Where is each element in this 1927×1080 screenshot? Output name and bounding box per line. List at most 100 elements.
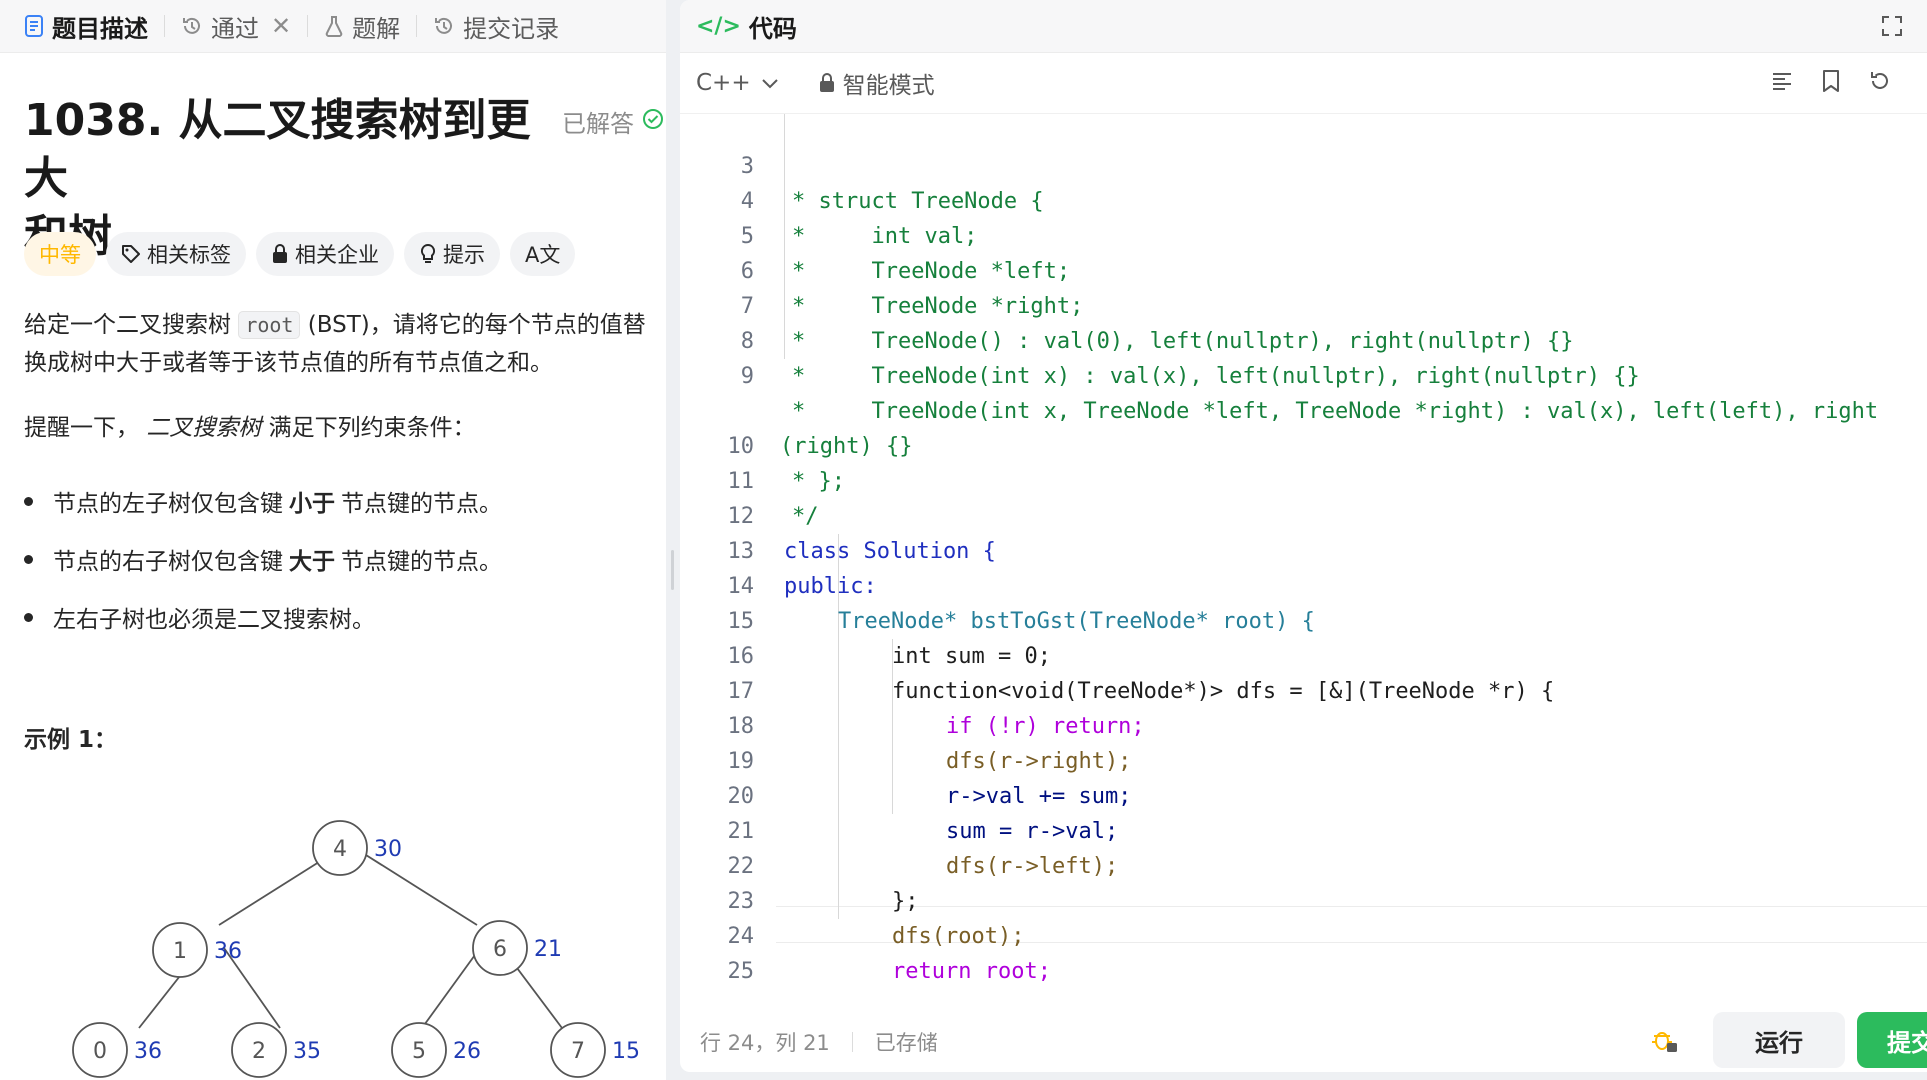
code-text: * TreeNode *left;	[792, 259, 1071, 284]
code-text: dfs(r->left);	[946, 854, 1119, 879]
tab-description[interactable]: 题目描述	[14, 0, 158, 52]
language-select[interactable]: C++	[696, 70, 779, 96]
code-line: 10 * };	[680, 394, 845, 494]
tab-label: 提交记录	[463, 14, 560, 43]
code-line: 25 }	[680, 919, 759, 984]
node-sum: 21	[534, 937, 562, 962]
code-line: 26 };	[680, 954, 759, 989]
translate-icon: A文	[525, 243, 561, 267]
code-line: 6 * TreeNode *right;	[680, 219, 1084, 319]
indent-guide	[784, 114, 785, 359]
submit-button[interactable]: 提交	[1857, 1012, 1927, 1068]
tree-node: 6 21	[472, 920, 562, 976]
code-text: * };	[792, 469, 845, 494]
desc-text: 给定一个二叉搜索树	[24, 312, 239, 338]
code-line: 11 */	[680, 429, 819, 529]
reset-icon[interactable]	[1868, 69, 1892, 93]
bullet	[24, 612, 33, 622]
lock-icon	[271, 244, 289, 264]
code-icon: </>	[696, 13, 741, 39]
node-sum: 35	[293, 1039, 321, 1064]
bst-reminder: 提醒一下， 二叉搜索树 满足下列约束条件：	[24, 410, 476, 446]
debug-icon[interactable]	[1650, 1026, 1678, 1059]
problem-description: 给定一个二叉搜索树 root (BST)，请将它的每个节点的值替换成树中大于或者…	[24, 306, 660, 382]
language-label: C++	[696, 70, 751, 96]
code-text: * int val;	[792, 224, 978, 249]
node-sum: 36	[214, 939, 242, 964]
rule-text: 节点的右子树仅包含键	[53, 549, 283, 575]
translate-button[interactable]: A文	[510, 232, 576, 276]
code-text: class Solution {	[784, 539, 996, 564]
drag-handle[interactable]	[671, 550, 674, 590]
hint-button[interactable]: 提示	[404, 232, 500, 276]
panel-splitter[interactable]	[666, 0, 680, 1080]
code-text: (right) {}	[780, 434, 913, 459]
run-button[interactable]: 运行	[1713, 1012, 1845, 1068]
code-line: 7 * TreeNode() : val(0), left(nullptr), …	[680, 254, 1574, 354]
tree-edge	[421, 947, 481, 1029]
code-text: }	[838, 989, 851, 994]
solved-status: 已解答	[562, 104, 664, 139]
code-line: 8 * TreeNode(int x) : val(x), left(nullp…	[680, 289, 1640, 389]
code-text: };	[892, 889, 919, 914]
code-text: * struct TreeNode {	[792, 189, 1044, 214]
related-tags-button[interactable]: 相关标签	[106, 232, 246, 276]
code-text: return root;	[892, 959, 1051, 984]
tree-node: 0 36	[72, 1022, 162, 1078]
editor-toolbar: C++ 智能模式	[680, 53, 1927, 114]
line-number: 26	[680, 989, 754, 994]
chevron-down-icon	[761, 77, 779, 89]
tab-divider	[164, 15, 165, 37]
difficulty-badge[interactable]: 中等	[24, 232, 96, 276]
bookmark-icon[interactable]	[1820, 69, 1842, 93]
code-text: r->val += sum;	[946, 784, 1132, 809]
flask-icon	[324, 15, 344, 37]
format-icon[interactable]	[1770, 69, 1794, 93]
node-sum: 15	[612, 1039, 640, 1064]
code-editor[interactable]: 3 * struct TreeNode { 4 * int val; 5 * T…	[680, 114, 1927, 994]
code-text: TreeNode* bstToGst(TreeNode* root) {	[838, 609, 1315, 634]
editor-status-bar: 行 24，列 21 已存储 运行 提交	[680, 1012, 1927, 1072]
code-text: if (!r) return;	[946, 714, 1145, 739]
tree-node: 2 35	[231, 1022, 321, 1078]
code-panel: </> 代码 C++ 智能模式 3 * struct TreeNode {4 …	[680, 0, 1927, 1072]
tab-solutions[interactable]: 题解	[314, 0, 410, 52]
tab-accepted[interactable]: 通过 ✕	[171, 0, 301, 52]
code-line: 5 * TreeNode *left;	[680, 184, 1070, 284]
code-line: 24 return root;	[680, 884, 1051, 984]
smart-mode-toggle[interactable]: 智能模式	[819, 66, 935, 100]
code-line: 15 int sum = 0;	[680, 569, 1051, 669]
close-icon[interactable]: ✕	[271, 12, 291, 40]
node-value: 2	[252, 1039, 266, 1064]
related-companies-button[interactable]: 相关企业	[256, 232, 394, 276]
tree-node: 4 30	[312, 820, 402, 876]
code-line: 23 dfs(root);	[680, 849, 1025, 949]
rule-text: 节点的左子树仅包含键	[53, 491, 283, 517]
code-line: 4 * int val;	[680, 149, 978, 249]
tree-node: 5 26	[391, 1022, 481, 1078]
cursor-position: 行 24，列 21	[700, 1031, 830, 1055]
node-sum: 30	[374, 837, 402, 862]
bullet	[24, 554, 33, 564]
lightbulb-icon	[419, 243, 437, 265]
saved-status: 已存储	[874, 1031, 938, 1055]
tag-icon	[121, 244, 141, 264]
fullscreen-icon[interactable]	[1880, 14, 1904, 44]
node-value: 1	[173, 939, 187, 964]
bullet	[24, 496, 33, 506]
node-value: 5	[412, 1039, 426, 1064]
tab-divider	[416, 15, 418, 37]
code-text: int sum = 0;	[892, 644, 1051, 669]
node-value: 4	[333, 837, 347, 862]
tab-submissions[interactable]: 提交记录	[423, 0, 569, 52]
history-icon	[433, 15, 455, 37]
rule-emphasis: 小于	[289, 491, 335, 517]
problem-tabs: 题目描述 通过 ✕ 题解 提交记录	[0, 0, 666, 53]
divider	[851, 1032, 853, 1052]
history-icon	[181, 15, 203, 37]
code-line: 19 r->val += sum;	[680, 709, 1132, 809]
code-text: dfs(root);	[892, 924, 1025, 949]
code-line: 9 * TreeNode(int x, TreeNode *left, Tree…	[680, 324, 1878, 424]
document-icon	[24, 15, 44, 37]
code-line: 17 if (!r) return;	[680, 639, 1145, 739]
